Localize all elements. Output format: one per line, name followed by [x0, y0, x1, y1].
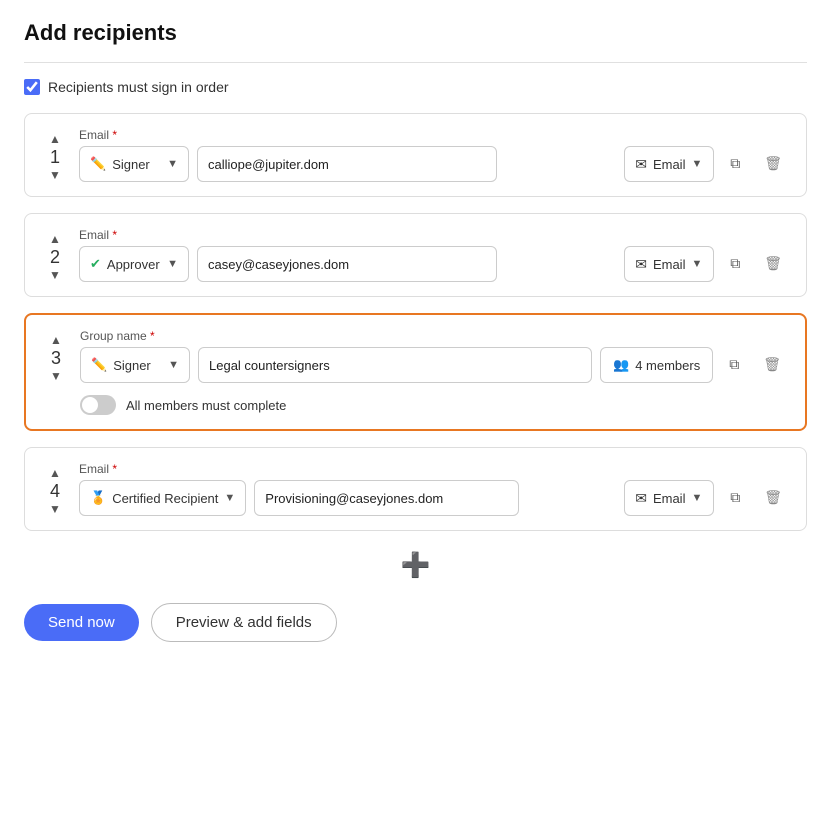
add-recipient-button[interactable]: ➕ [398, 547, 434, 583]
delete-btn-4[interactable] [756, 480, 790, 516]
chevron-up-1[interactable]: ▲ [45, 132, 65, 146]
copy-icon-2 [730, 255, 740, 273]
recipient-card-2: ▲ 2 ▼ Email * Approver ▼ Email ▼ [24, 213, 807, 297]
envelope-icon-1 [635, 156, 647, 173]
type-chevron-1: ▼ [167, 158, 178, 170]
trash-icon-1 [764, 155, 782, 173]
type-select-3[interactable]: Signer ▼ [80, 347, 190, 383]
order-num-1: 1 [50, 148, 60, 166]
group-name-label-3: Group name * [80, 329, 713, 343]
send-now-button[interactable]: Send now [24, 604, 139, 641]
delete-btn-2[interactable] [756, 246, 790, 282]
trash-icon-4 [764, 489, 782, 507]
copy-icon-3 [729, 356, 739, 374]
delivery-select-2[interactable]: Email ▼ [624, 246, 714, 282]
delivery-chevron-2: ▼ [691, 258, 702, 270]
order-num-3: 3 [51, 349, 61, 367]
email-label-2: Email * [79, 228, 497, 242]
type-chevron-2: ▼ [167, 258, 178, 270]
copy-icon-1 [730, 155, 740, 173]
all-members-label-3: All members must complete [126, 398, 286, 413]
type-label-4: Certified Recipient [112, 491, 218, 506]
delivery-label-1: Email [653, 157, 686, 172]
envelope-icon-2 [635, 256, 647, 273]
type-select-1[interactable]: Signer ▼ [79, 146, 189, 182]
chevron-down-1[interactable]: ▼ [45, 168, 65, 182]
chevron-up-2[interactable]: ▲ [45, 232, 65, 246]
group-field-group-3: Group name * Signer ▼ 4 members [80, 329, 713, 383]
all-members-toggle-3[interactable] [80, 395, 116, 415]
copy-btn-2[interactable] [724, 246, 746, 282]
type-select-4[interactable]: Certified Recipient ▼ [79, 480, 246, 516]
order-num-4: 4 [50, 482, 60, 500]
order-col-3: ▲ 3 ▼ [42, 333, 70, 383]
order-col-4: ▲ 4 ▼ [41, 466, 69, 516]
chevron-down-3[interactable]: ▼ [46, 369, 66, 383]
chevron-up-3[interactable]: ▲ [46, 333, 66, 347]
members-count-3: 4 members [635, 358, 700, 373]
signer-icon-1 [90, 156, 106, 172]
sign-in-order-label: Recipients must sign in order [48, 79, 229, 95]
type-select-2[interactable]: Approver ▼ [79, 246, 189, 282]
order-col-2: ▲ 2 ▼ [41, 232, 69, 282]
type-label-3: Signer [113, 358, 151, 373]
email-field-group-2: Email * Approver ▼ [79, 228, 497, 282]
chevron-up-4[interactable]: ▲ [45, 466, 65, 480]
email-field-group-4: Email * Certified Recipient ▼ [79, 462, 519, 516]
group-icon-3 [613, 357, 629, 373]
group-name-input-3[interactable] [198, 347, 592, 383]
email-label-4: Email * [79, 462, 519, 476]
delivery-select-4[interactable]: Email ▼ [624, 480, 714, 516]
recipient-card-4: ▲ 4 ▼ Email * Certified Recipient ▼ Emai… [24, 447, 807, 531]
delete-btn-3[interactable] [755, 347, 789, 383]
certified-icon-4 [90, 490, 106, 506]
type-label-1: Signer [112, 157, 150, 172]
delivery-chevron-4: ▼ [691, 492, 702, 504]
email-label-1: Email * [79, 128, 497, 142]
email-input-1[interactable] [197, 146, 497, 182]
toggle-row-3: All members must complete [80, 395, 789, 415]
toggle-slider-3 [80, 395, 116, 415]
preview-button[interactable]: Preview & add fields [151, 603, 337, 642]
trash-icon-3 [763, 356, 781, 374]
trash-icon-2 [764, 255, 782, 273]
recipient-card-3: ▲ 3 ▼ Group name * Signer ▼ 4 members [24, 313, 807, 431]
type-label-2: Approver [107, 257, 160, 272]
sign-in-order-row: Recipients must sign in order [24, 79, 807, 95]
order-col-1: ▲ 1 ▼ [41, 132, 69, 182]
page-title: Add recipients [24, 20, 807, 46]
bottom-bar: Send now Preview & add fields [24, 603, 807, 642]
email-field-group-1: Email * Signer ▼ [79, 128, 497, 182]
type-chevron-4: ▼ [224, 492, 235, 504]
recipient-card-1: ▲ 1 ▼ Email * Signer ▼ Email ▼ [24, 113, 807, 197]
delivery-label-4: Email [653, 491, 686, 506]
title-divider [24, 62, 807, 63]
delivery-chevron-1: ▼ [691, 158, 702, 170]
members-btn-3[interactable]: 4 members [600, 347, 713, 383]
delete-btn-1[interactable] [756, 146, 790, 182]
delivery-select-1[interactable]: Email ▼ [624, 146, 714, 182]
chevron-down-2[interactable]: ▼ [45, 268, 65, 282]
email-input-4[interactable] [254, 480, 519, 516]
order-num-2: 2 [50, 248, 60, 266]
copy-btn-1[interactable] [724, 146, 746, 182]
signer-icon-3 [91, 357, 107, 373]
copy-btn-3[interactable] [723, 347, 745, 383]
chevron-down-4[interactable]: ▼ [45, 502, 65, 516]
email-input-2[interactable] [197, 246, 497, 282]
add-icon: ➕ [401, 551, 431, 580]
copy-btn-4[interactable] [724, 480, 746, 516]
add-recipient-row: ➕ [24, 547, 807, 583]
copy-icon-4 [730, 489, 740, 507]
type-chevron-3: ▼ [168, 359, 179, 371]
envelope-icon-4 [635, 490, 647, 507]
approver-icon-2 [90, 256, 101, 272]
sign-in-order-checkbox[interactable] [24, 79, 40, 95]
delivery-label-2: Email [653, 257, 686, 272]
